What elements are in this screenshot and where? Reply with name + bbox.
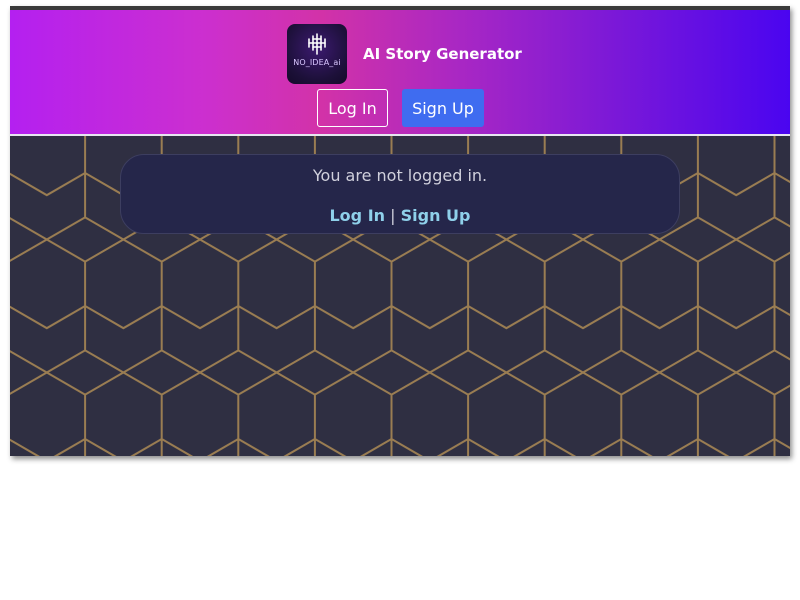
signup-link[interactable]: Sign Up: [401, 206, 471, 225]
brand[interactable]: NO_IDEA_ai AI Story Generator: [287, 24, 522, 84]
logo: NO_IDEA_ai: [287, 24, 347, 84]
signup-button[interactable]: Sign Up: [402, 89, 484, 127]
auth-links: Log In | Sign Up: [121, 206, 679, 225]
login-link[interactable]: Log In: [329, 206, 385, 225]
auth-buttons: Log In Sign Up: [317, 89, 484, 127]
not-logged-in-message: You are not logged in.: [312, 166, 488, 185]
link-separator: |: [390, 206, 396, 225]
main-content: You are not logged in. Log In | Sign Up: [10, 136, 790, 456]
app-window: NO_IDEA_ai AI Story Generator Log In Sig…: [10, 6, 790, 456]
logo-text: NO_IDEA_ai: [293, 58, 341, 67]
login-button[interactable]: Log In: [317, 89, 388, 127]
not-logged-in-card: You are not logged in. Log In | Sign Up: [120, 154, 680, 234]
app-title: AI Story Generator: [363, 45, 522, 63]
header: NO_IDEA_ai AI Story Generator Log In Sig…: [10, 10, 790, 136]
circuit-tree-icon: [308, 33, 326, 55]
